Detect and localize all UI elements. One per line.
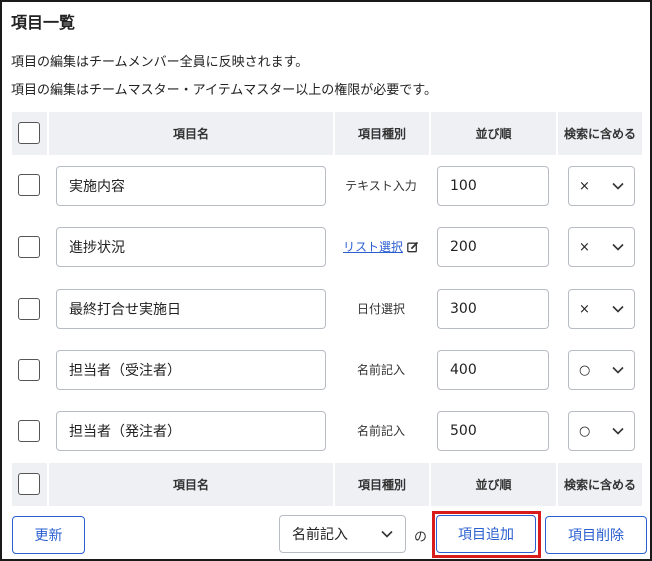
chevron-down-icon	[612, 182, 624, 190]
order-input[interactable]: 100	[437, 166, 549, 206]
particle-label: の	[414, 530, 428, 545]
update-button[interactable]: 更新	[12, 516, 85, 554]
item-type-link[interactable]: リスト選択	[343, 238, 403, 255]
table-header-top: 項目名 項目種別 並び順 検索に含める	[12, 112, 642, 155]
table-row: 担当者（受注者） 名前記入 400 ○	[12, 339, 642, 400]
order-input[interactable]: 400	[437, 350, 549, 390]
table-row: 進捗状況 リスト選択 200 ×	[12, 216, 642, 277]
header-order: 並び順	[475, 127, 512, 141]
page-title: 項目一覧	[11, 13, 76, 32]
order-input[interactable]: 200	[437, 227, 549, 267]
item-name-input[interactable]: 進捗状況	[56, 227, 326, 267]
item-type-label: テキスト入力	[345, 179, 417, 193]
item-type-select-value: 名前記入	[292, 527, 348, 543]
chevron-down-icon	[612, 305, 624, 313]
chevron-down-icon	[612, 427, 624, 435]
table-header-bottom: 項目名 項目種別 並び順 検索に含める	[12, 463, 642, 506]
item-name-input[interactable]: 担当者（発注者）	[56, 411, 326, 451]
header-item-type: 項目種別	[357, 478, 406, 492]
searchable-value: ○	[579, 362, 591, 378]
row-checkbox[interactable]	[18, 359, 40, 381]
item-type-cell: リスト選択	[333, 216, 429, 277]
chevron-down-icon	[381, 530, 393, 538]
item-type-label: 名前記入	[356, 424, 405, 438]
searchable-select[interactable]: ○	[568, 411, 635, 451]
order-input[interactable]: 300	[437, 289, 549, 329]
searchable-select[interactable]: ×	[568, 166, 635, 206]
description-line-1: 項目の編集はチームメンバー全員に反映されます。	[11, 55, 309, 70]
item-list-panel: 項目一覧 項目の編集はチームメンバー全員に反映されます。 項目の編集はチームマス…	[0, 0, 652, 561]
description-line-2: 項目の編集はチームマスター・アイテムマスター以上の権限が必要です。	[11, 83, 438, 98]
searchable-value: ×	[579, 239, 590, 255]
searchable-select[interactable]: ○	[568, 350, 635, 390]
item-name-input[interactable]: 担当者（受注者）	[56, 350, 326, 390]
row-checkbox[interactable]	[18, 298, 40, 320]
searchable-select[interactable]: ×	[568, 289, 635, 329]
select-all-checkbox-top[interactable]	[18, 122, 40, 144]
header-item-type: 項目種別	[357, 127, 406, 141]
item-type-select[interactable]: 名前記入	[279, 515, 406, 553]
searchable-value: ×	[579, 301, 590, 317]
item-type-label: 日付選択	[356, 302, 405, 316]
header-order: 並び順	[475, 478, 512, 492]
header-searchable: 検索に含める	[563, 478, 636, 492]
header-item-name: 項目名	[172, 127, 209, 141]
item-name-input[interactable]: 最終打合せ実施日	[56, 289, 326, 329]
chevron-down-icon	[612, 366, 624, 374]
order-input[interactable]: 500	[437, 411, 549, 451]
header-searchable: 検索に含める	[563, 127, 636, 141]
add-item-button[interactable]: 項目追加	[436, 515, 536, 553]
table-row: 担当者（発注者） 名前記入 500 ○	[12, 400, 642, 461]
row-checkbox[interactable]	[18, 420, 40, 442]
row-checkbox[interactable]	[18, 236, 40, 258]
select-all-checkbox-bottom[interactable]	[18, 473, 40, 495]
searchable-value: ○	[579, 423, 591, 439]
header-item-name: 項目名	[172, 478, 209, 492]
table-row: 最終打合せ実施日 日付選択 300 ×	[12, 278, 642, 339]
item-type-label: 名前記入	[356, 363, 405, 377]
searchable-value: ×	[579, 178, 590, 194]
searchable-select[interactable]: ×	[568, 227, 635, 267]
row-checkbox[interactable]	[18, 174, 40, 196]
table-row: 実施内容 テキスト入力 100 ×	[12, 155, 642, 216]
edit-icon[interactable]	[407, 241, 419, 253]
delete-item-button[interactable]: 項目削除	[545, 516, 647, 554]
chevron-down-icon	[612, 243, 624, 251]
item-name-input[interactable]: 実施内容	[56, 166, 326, 206]
